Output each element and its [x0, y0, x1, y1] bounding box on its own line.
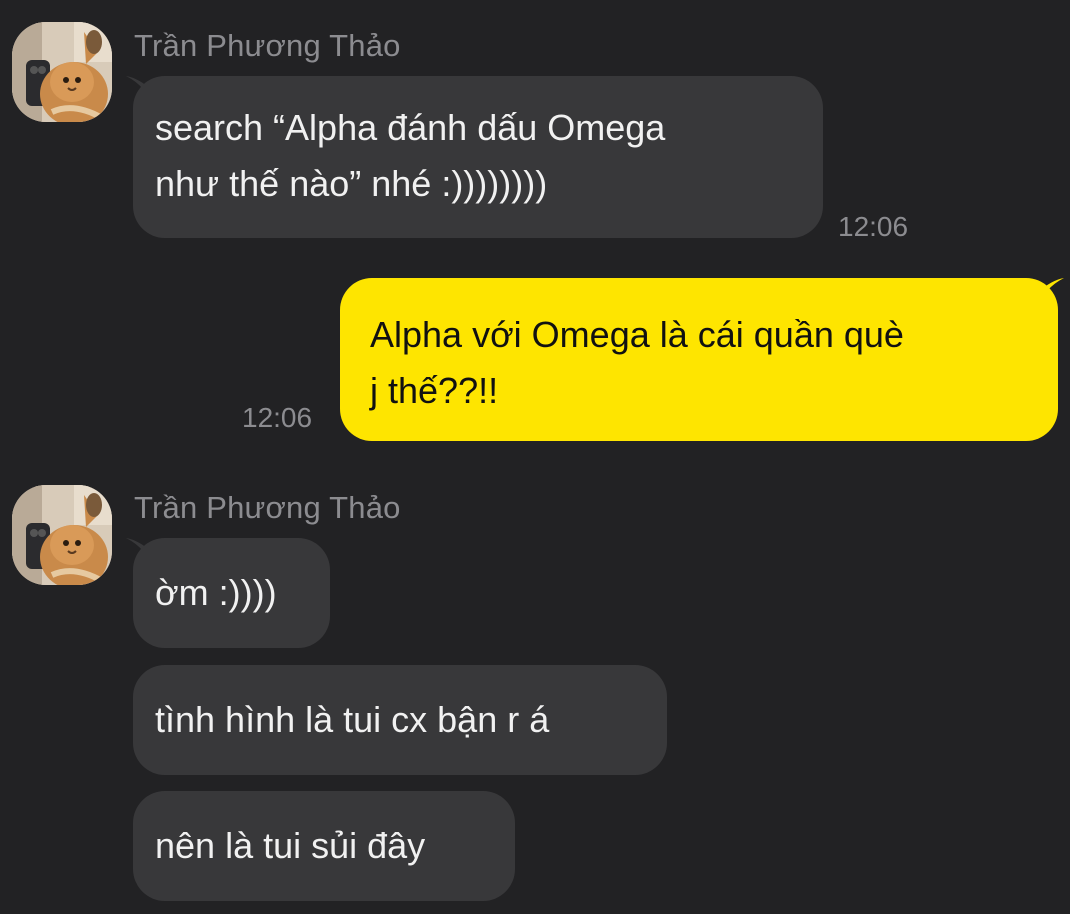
message-time: 12:06: [838, 211, 909, 242]
message-text: search “Alpha đánh dấu Omega: [155, 107, 666, 148]
sender-name: Trần Phương Thảo: [134, 28, 401, 63]
message-text: j thế??!!: [370, 370, 499, 411]
avatar[interactable]: [12, 22, 112, 122]
message-text: ờm :)))): [155, 572, 277, 613]
message-text: nên là tui sủi đây: [155, 825, 426, 866]
cat-photo-icon: [12, 22, 112, 122]
message-text: như thế nào” nhé :)))))))): [155, 163, 548, 204]
message-bubble[interactable]: search “Alpha đánh dấu Omega như thế nào…: [133, 76, 823, 238]
message-bubble[interactable]: ờm :)))): [133, 538, 330, 648]
chat-view: Trần Phương Thảo search “Alpha đánh dấu …: [0, 0, 1070, 914]
sender-name: Trần Phương Thảo: [134, 490, 401, 525]
avatar[interactable]: [12, 485, 112, 585]
message-bubble[interactable]: tình hình là tui cx bận r á: [133, 665, 667, 775]
message-text: Alpha với Omega là cái quần què: [370, 314, 904, 355]
message-text: tình hình là tui cx bận r á: [155, 699, 550, 740]
message-time: 12:06: [242, 402, 313, 433]
cat-photo-icon: [12, 485, 112, 585]
message-bubble[interactable]: Alpha với Omega là cái quần què j thế??!…: [340, 278, 1058, 441]
message-bubble[interactable]: nên là tui sủi đây: [133, 791, 515, 901]
